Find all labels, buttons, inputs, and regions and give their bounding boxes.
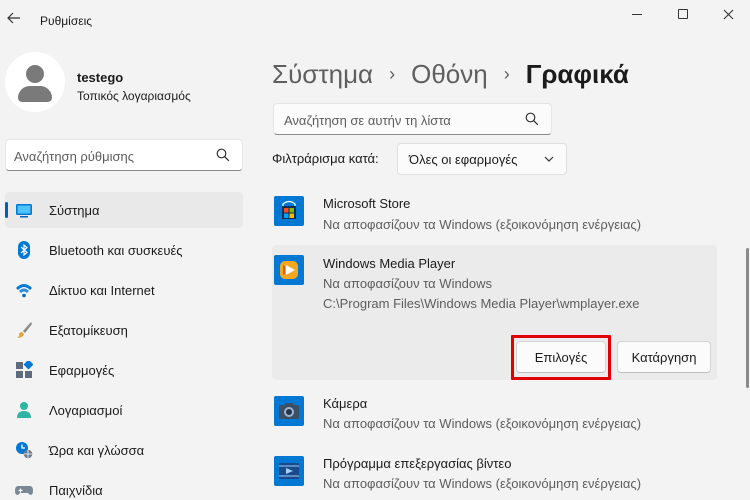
app-name: Microsoft Store xyxy=(323,196,411,211)
bluetooth-icon xyxy=(18,241,30,259)
list-item-video-editor[interactable]: Πρόγραμμα επεξεργασίας βίντεο Να αποφασί… xyxy=(272,450,717,500)
app-gpu-preference: Να αποφασίζουν τα Windows (εξοικονόμηση … xyxy=(323,416,642,431)
sidebar-item-label: Σύστημα xyxy=(49,203,100,218)
sidebar-item-label: Bluetooth και συσκευές xyxy=(49,243,183,258)
wifi-icon xyxy=(16,284,32,298)
system-icon xyxy=(16,204,32,218)
sidebar-item-network[interactable]: Δίκτυο και Internet xyxy=(5,272,243,308)
gamepad-icon xyxy=(15,486,33,495)
remove-button[interactable]: Κατάργηση xyxy=(617,341,711,373)
maximize-icon xyxy=(678,9,688,19)
minimize-icon xyxy=(632,13,642,15)
breadcrumb-separator-icon: › xyxy=(503,63,510,84)
app-list-search-input[interactable] xyxy=(284,110,514,130)
microsoft-store-icon xyxy=(274,196,304,226)
sidebar-item-personalization[interactable]: Εξατομίκευση xyxy=(5,312,243,348)
breadcrumb: Σύστημα › Οθόνη › Γραφικά xyxy=(272,56,629,92)
user-name: testego xyxy=(77,70,124,85)
minimize-button[interactable] xyxy=(614,2,660,26)
sidebar-item-bluetooth[interactable]: Bluetooth και συσκευές xyxy=(5,232,243,268)
sidebar-item-label: Παιχνίδια xyxy=(49,483,103,498)
list-item-camera[interactable]: Κάμερα Να αποφασίζουν τα Windows (εξοικο… xyxy=(272,390,717,440)
sidebar-item-label: Λογαριασμοί xyxy=(49,403,123,418)
settings-search-input[interactable] xyxy=(14,146,214,166)
maximize-button[interactable] xyxy=(660,2,706,26)
app-gpu-preference: Να αποφασίζουν τα Windows (εξοικονόμηση … xyxy=(323,476,642,491)
filter-label: Φιλτράρισμα κατά: xyxy=(272,151,379,166)
sidebar-nav: Σύστημα Bluetooth και συσκευές Δίκτυο κα… xyxy=(5,192,243,500)
back-arrow-icon xyxy=(7,12,20,24)
clock-globe-icon xyxy=(16,442,33,459)
sidebar-item-label: Δίκτυο και Internet xyxy=(49,283,155,298)
app-name: Πρόγραμμα επεξεργασίας βίντεο xyxy=(323,456,512,471)
sidebar-item-apps[interactable]: Εφαρμογές xyxy=(5,352,243,388)
account-icon xyxy=(17,402,31,418)
breadcrumb-system[interactable]: Σύστημα xyxy=(272,59,373,90)
page-title: Γραφικά xyxy=(525,58,629,89)
sidebar-item-label: Εξατομίκευση xyxy=(49,323,128,338)
app-list-search-box[interactable] xyxy=(273,103,552,135)
app-path: C:\Program Files\Windows Media Player\wm… xyxy=(323,296,640,311)
selection-indicator xyxy=(5,202,8,218)
app-gpu-preference: Να αποφασίζουν τα Windows (εξοικονόμηση … xyxy=(323,217,642,232)
list-item-microsoft-store[interactable]: Microsoft Store Να αποφασίζουν τα Window… xyxy=(272,190,717,240)
sidebar-item-accounts[interactable]: Λογαριασμοί xyxy=(5,392,243,428)
camera-icon xyxy=(274,396,304,426)
title-bar: Ρυθμίσεις xyxy=(0,0,750,40)
chevron-down-icon xyxy=(544,156,554,162)
sidebar-item-gaming[interactable]: Παιχνίδια xyxy=(5,472,243,500)
sidebar-item-label: Εφαρμογές xyxy=(49,363,115,378)
sidebar-item-system[interactable]: Σύστημα xyxy=(5,192,243,228)
apps-icon xyxy=(16,361,33,378)
window-title: Ρυθμίσεις xyxy=(40,14,93,28)
app-name: Κάμερα xyxy=(323,396,368,411)
settings-search-box[interactable] xyxy=(5,139,243,171)
windows-media-player-icon xyxy=(274,255,304,285)
app-name: Windows Media Player xyxy=(323,256,456,271)
brush-icon xyxy=(17,322,32,338)
scrollbar-thumb[interactable] xyxy=(746,248,749,388)
back-button[interactable] xyxy=(4,6,24,30)
video-editor-icon xyxy=(274,456,304,486)
user-account-type: Τοπικός λογαριασμός xyxy=(77,89,191,103)
sidebar-item-time-language[interactable]: Ώρα και γλώσσα xyxy=(5,432,243,468)
options-button[interactable]: Επιλογές xyxy=(516,341,606,373)
breadcrumb-separator-icon: › xyxy=(389,63,396,84)
filter-dropdown[interactable]: Όλες οι εφαρμογές xyxy=(397,143,567,175)
app-gpu-preference: Να αποφασίζουν τα Windows xyxy=(323,276,493,291)
search-icon[interactable] xyxy=(525,112,539,126)
filter-selected-value: Όλες οι εφαρμογές xyxy=(409,152,518,167)
search-icon[interactable] xyxy=(216,148,230,162)
avatar[interactable] xyxy=(5,52,65,112)
sidebar-item-label: Ώρα και γλώσσα xyxy=(49,443,145,458)
breadcrumb-display[interactable]: Οθόνη xyxy=(411,59,488,90)
close-icon xyxy=(723,9,733,19)
close-button[interactable] xyxy=(705,2,750,26)
list-item-windows-media-player[interactable]: Windows Media Player Να αποφασίζουν τα W… xyxy=(272,245,717,380)
